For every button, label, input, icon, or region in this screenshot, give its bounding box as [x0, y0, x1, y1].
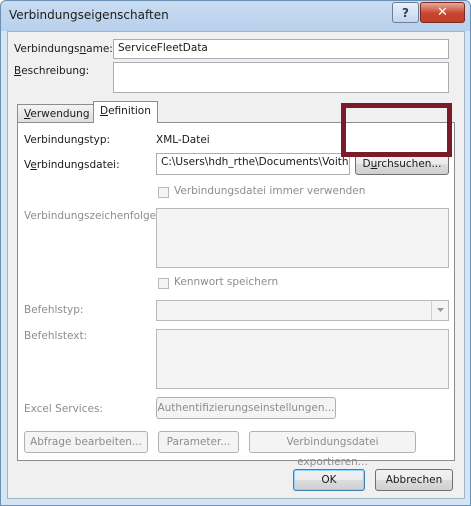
description-input[interactable] — [113, 62, 449, 93]
connection-string-textarea[interactable] — [156, 208, 449, 268]
cancel-button[interactable]: Abbrechen — [375, 469, 453, 491]
save-password-checkbox[interactable] — [158, 278, 169, 289]
command-type-select[interactable] — [156, 300, 449, 321]
annotation-highlight-box — [341, 103, 452, 157]
always-use-file-checkbox[interactable] — [158, 187, 169, 198]
help-button[interactable]: ? — [392, 2, 419, 23]
window-title: Verbindungseigenschaften — [9, 8, 169, 22]
ok-button[interactable]: OK — [293, 469, 365, 491]
close-icon: ✕ — [437, 5, 448, 20]
excel-services-label: Excel Services: — [24, 403, 103, 415]
close-button[interactable]: ✕ — [420, 2, 465, 23]
connection-string-label: Verbindungszeichenfolge: — [24, 210, 160, 222]
tab-verwendung[interactable]: Verwendung — [17, 104, 97, 123]
description-label: Beschreibung: — [14, 65, 90, 77]
parameters-button[interactable]: Parameter... — [158, 431, 239, 453]
connection-file-label: Verbindungsdatei: — [24, 159, 120, 171]
connection-name-input[interactable]: ServiceFleetData — [113, 39, 449, 59]
always-use-file-label: Verbindungsdatei immer verwenden — [174, 185, 366, 197]
tab-definition[interactable]: Definition — [93, 101, 158, 123]
command-text-textarea[interactable] — [156, 329, 449, 389]
authentication-settings-button[interactable]: Authentifizierungseinstellungen... — [156, 397, 336, 419]
dialog-client: Verbindungsname: ServiceFleetData Beschr… — [7, 31, 465, 499]
connection-name-label: Verbindungsname: — [14, 43, 113, 55]
chevron-down-icon — [436, 308, 444, 312]
title-bar[interactable]: Verbindungseigenschaften ? ✕ — [1, 1, 470, 31]
edit-query-button[interactable]: Abfrage bearbeiten... — [24, 431, 148, 453]
save-password-label: Kennwort speichern — [174, 276, 279, 288]
connection-file-input[interactable]: C:\Users\hdh_rthe\Documents\VoithDia — [156, 153, 350, 175]
export-connection-file-button[interactable]: Verbindungsdatei exportieren... — [249, 431, 416, 468]
command-type-label: Befehlstyp: — [24, 304, 84, 316]
help-icon: ? — [402, 5, 409, 20]
command-text-label: Befehlstext: — [24, 330, 88, 342]
connection-type-value: XML-Datei — [156, 134, 210, 146]
connection-type-label: Verbindungstyp: — [24, 134, 111, 146]
dialog-window: Verbindungseigenschaften ? ✕ Verbindungs… — [0, 0, 471, 506]
